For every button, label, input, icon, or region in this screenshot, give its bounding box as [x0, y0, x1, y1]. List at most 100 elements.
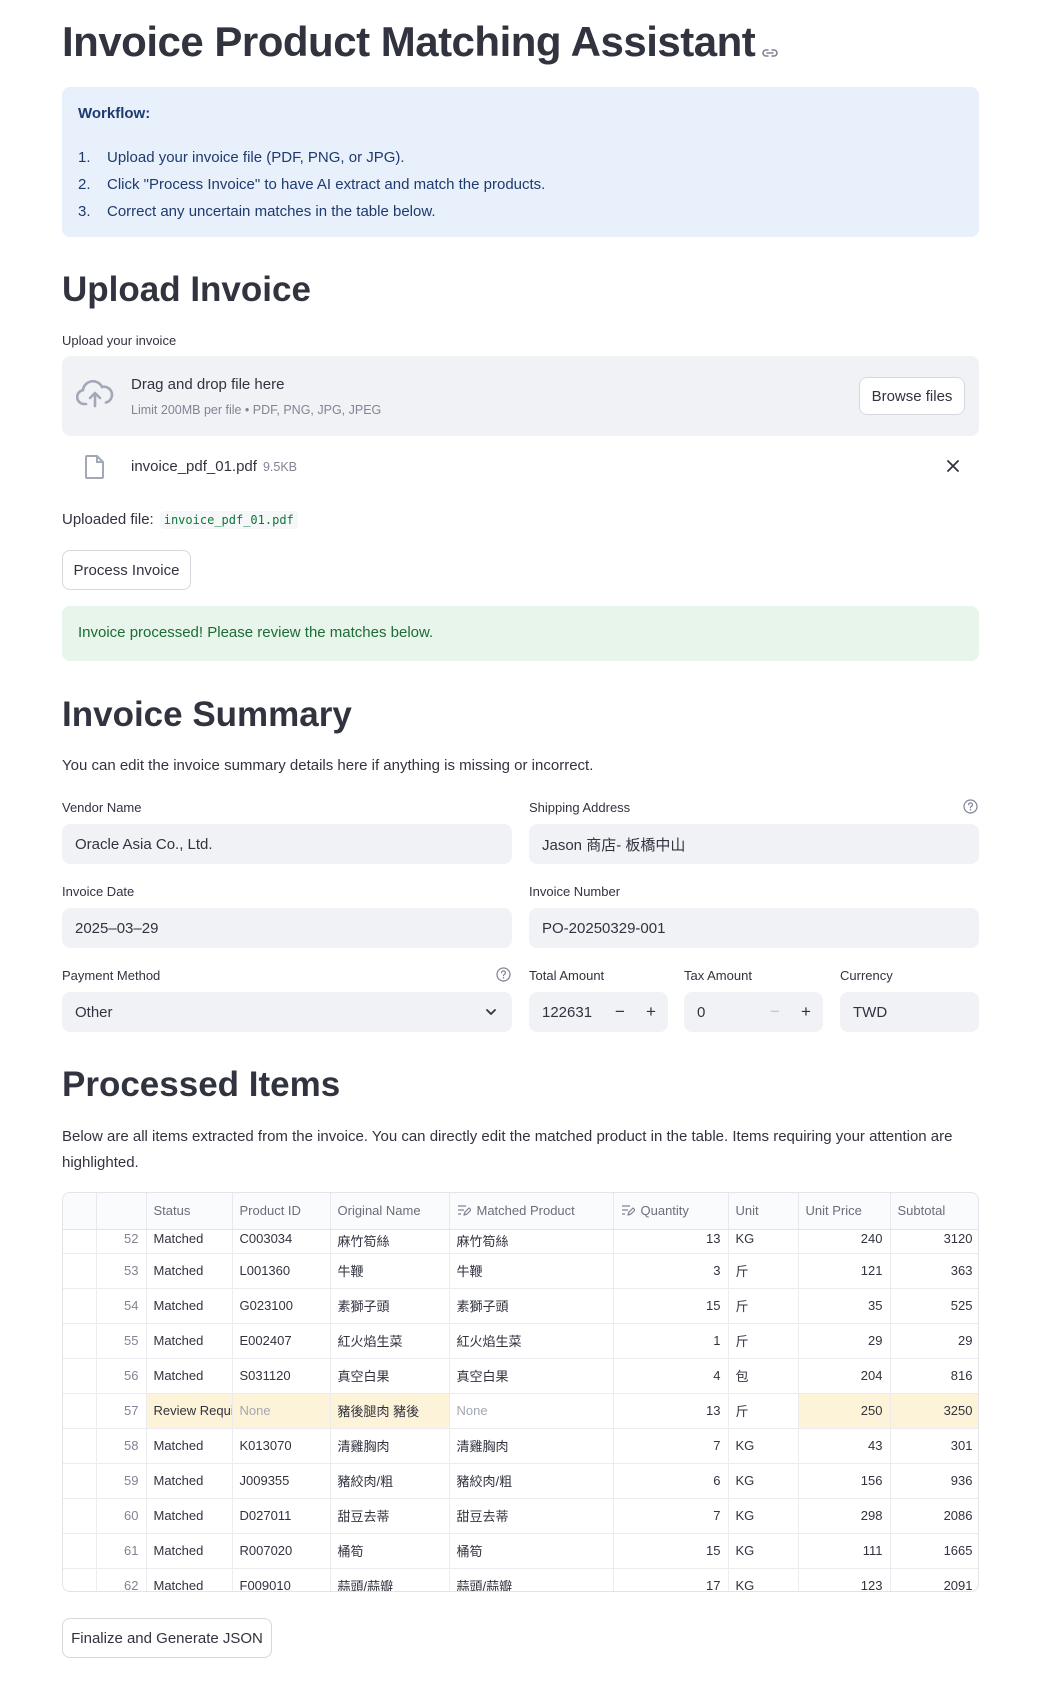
unit-price-cell[interactable]: 298: [798, 1498, 891, 1534]
quantity-cell[interactable]: 13: [613, 1229, 729, 1254]
original-name-cell[interactable]: 麻竹筍絲: [330, 1229, 450, 1254]
table-row[interactable]: 54 Matched G023100 素獅子頭 素獅子頭 15 斤 35 525: [63, 1288, 978, 1324]
column-header-unit[interactable]: Unit: [728, 1193, 799, 1230]
row-select-cell[interactable]: [63, 1323, 97, 1359]
unit-price-cell[interactable]: 123: [798, 1568, 891, 1591]
row-select-cell[interactable]: [63, 1428, 97, 1464]
table-row[interactable]: 56 Matched S031120 真空白果 真空白果 4 包 204 816: [63, 1358, 978, 1394]
quantity-cell[interactable]: 7: [613, 1428, 729, 1464]
unit-price-cell[interactable]: 156: [798, 1463, 891, 1499]
unit-price-cell[interactable]: 29: [798, 1323, 891, 1359]
subtotal-cell[interactable]: 301: [890, 1428, 978, 1464]
increment-button[interactable]: +: [792, 992, 820, 1032]
decrement-button[interactable]: −: [606, 992, 634, 1032]
original-name-cell[interactable]: 清雞胸肉: [330, 1428, 450, 1464]
row-select-cell[interactable]: [63, 1393, 97, 1429]
link-icon[interactable]: [761, 21, 779, 69]
product-id-cell[interactable]: G023100: [232, 1288, 331, 1324]
unit-cell[interactable]: 包: [728, 1358, 799, 1394]
original-name-cell[interactable]: 素獅子頭: [330, 1288, 450, 1324]
product-id-cell[interactable]: R007020: [232, 1533, 331, 1569]
subtotal-cell[interactable]: 2091: [890, 1568, 978, 1591]
status-cell[interactable]: Matched: [146, 1358, 233, 1394]
unit-cell[interactable]: KG: [728, 1533, 799, 1569]
product-id-cell[interactable]: D027011: [232, 1498, 331, 1534]
row-select-cell[interactable]: [63, 1498, 97, 1534]
table-row[interactable]: 60 Matched D027011 甜豆去蒂 甜豆去蒂 7 KG 298 20…: [63, 1498, 978, 1534]
product-id-cell[interactable]: C003034: [232, 1229, 331, 1254]
quantity-cell[interactable]: 4: [613, 1358, 729, 1394]
unit-cell[interactable]: 斤: [728, 1253, 799, 1289]
subtotal-cell[interactable]: 2086: [890, 1498, 978, 1534]
row-select-cell[interactable]: [63, 1288, 97, 1324]
status-cell[interactable]: Matched: [146, 1428, 233, 1464]
original-name-cell[interactable]: 豬絞肉/粗: [330, 1463, 450, 1499]
items-data-grid[interactable]: Status Product ID Original Name Matched …: [62, 1192, 979, 1592]
column-header-quantity[interactable]: Quantity: [613, 1193, 729, 1230]
unit-cell[interactable]: KG: [728, 1463, 799, 1499]
total-amount-input[interactable]: 122631 − +: [529, 992, 668, 1032]
status-cell[interactable]: Matched: [146, 1229, 233, 1254]
row-select-cell[interactable]: [63, 1358, 97, 1394]
quantity-cell[interactable]: 3: [613, 1253, 729, 1289]
matched-product-cell[interactable]: 清雞胸肉: [449, 1428, 614, 1464]
shipping-address-input[interactable]: Jason 商店- 板橋中山: [529, 824, 979, 864]
decrement-button[interactable]: −: [761, 992, 789, 1032]
column-header-unit-price[interactable]: Unit Price: [798, 1193, 891, 1230]
subtotal-cell[interactable]: 1665: [890, 1533, 978, 1569]
row-select-cell[interactable]: [63, 1463, 97, 1499]
unit-cell[interactable]: 斤: [728, 1323, 799, 1359]
status-cell[interactable]: Matched: [146, 1323, 233, 1359]
unit-price-cell[interactable]: 204: [798, 1358, 891, 1394]
matched-product-cell[interactable]: 素獅子頭: [449, 1288, 614, 1324]
remove-file-icon[interactable]: [945, 458, 961, 479]
row-select-cell[interactable]: [63, 1253, 97, 1289]
table-row-needs-review[interactable]: 57 Review Requi None 豬後腿肉 豬後 None 13 斤 2…: [63, 1393, 978, 1429]
matched-product-cell[interactable]: 蒜頭/蒜瓣: [449, 1568, 614, 1591]
original-name-cell[interactable]: 豬後腿肉 豬後: [330, 1393, 450, 1429]
tax-amount-input[interactable]: 0 − +: [684, 992, 823, 1032]
subtotal-cell[interactable]: 3250: [890, 1393, 978, 1429]
original-name-cell[interactable]: 牛鞭: [330, 1253, 450, 1289]
product-id-cell[interactable]: E002407: [232, 1323, 331, 1359]
unit-price-cell[interactable]: 121: [798, 1253, 891, 1289]
table-row[interactable]: 58 Matched K013070 清雞胸肉 清雞胸肉 7 KG 43 301: [63, 1428, 978, 1464]
status-cell[interactable]: Matched: [146, 1498, 233, 1534]
product-id-cell[interactable]: None: [232, 1393, 331, 1429]
product-id-cell[interactable]: J009355: [232, 1463, 331, 1499]
status-cell[interactable]: Review Requi: [146, 1393, 233, 1429]
row-select-header[interactable]: [63, 1193, 97, 1230]
column-header-product-id[interactable]: Product ID: [232, 1193, 331, 1230]
quantity-cell[interactable]: 15: [613, 1533, 729, 1569]
subtotal-cell[interactable]: 525: [890, 1288, 978, 1324]
column-header-status[interactable]: Status: [146, 1193, 233, 1230]
matched-product-cell[interactable]: 牛鞭: [449, 1253, 614, 1289]
status-cell[interactable]: Matched: [146, 1533, 233, 1569]
help-icon[interactable]: [496, 967, 511, 987]
increment-button[interactable]: +: [637, 992, 665, 1032]
invoice-number-input[interactable]: PO-20250329-001: [529, 908, 979, 948]
table-row[interactable]: 62 Matched F009010 蒜頭/蒜瓣 蒜頭/蒜瓣 17 KG 123…: [63, 1568, 978, 1591]
status-cell[interactable]: Matched: [146, 1253, 233, 1289]
product-id-cell[interactable]: S031120: [232, 1358, 331, 1394]
matched-product-cell[interactable]: 甜豆去蒂: [449, 1498, 614, 1534]
quantity-cell[interactable]: 1: [613, 1323, 729, 1359]
unit-price-cell[interactable]: 111: [798, 1533, 891, 1569]
original-name-cell[interactable]: 蒜頭/蒜瓣: [330, 1568, 450, 1591]
table-row[interactable]: 55 Matched E002407 紅火焰生菜 紅火焰生菜 1 斤 29 29: [63, 1323, 978, 1359]
original-name-cell[interactable]: 真空白果: [330, 1358, 450, 1394]
matched-product-cell[interactable]: None: [449, 1393, 614, 1429]
unit-cell[interactable]: 斤: [728, 1288, 799, 1324]
original-name-cell[interactable]: 桶筍: [330, 1533, 450, 1569]
finalize-generate-json-button[interactable]: Finalize and Generate JSON: [62, 1618, 272, 1658]
subtotal-cell[interactable]: 816: [890, 1358, 978, 1394]
table-row[interactable]: 61 Matched R007020 桶筍 桶筍 15 KG 111 1665: [63, 1533, 978, 1569]
column-header-original-name[interactable]: Original Name: [330, 1193, 450, 1230]
row-select-cell[interactable]: [63, 1229, 97, 1254]
unit-cell[interactable]: 斤: [728, 1393, 799, 1429]
payment-method-select[interactable]: Other: [62, 992, 512, 1032]
browse-files-button[interactable]: Browse files: [859, 377, 965, 415]
table-row[interactable]: 53 Matched L001360 牛鞭 牛鞭 3 斤 121 363: [63, 1253, 978, 1289]
row-select-cell[interactable]: [63, 1568, 97, 1591]
status-cell[interactable]: Matched: [146, 1288, 233, 1324]
